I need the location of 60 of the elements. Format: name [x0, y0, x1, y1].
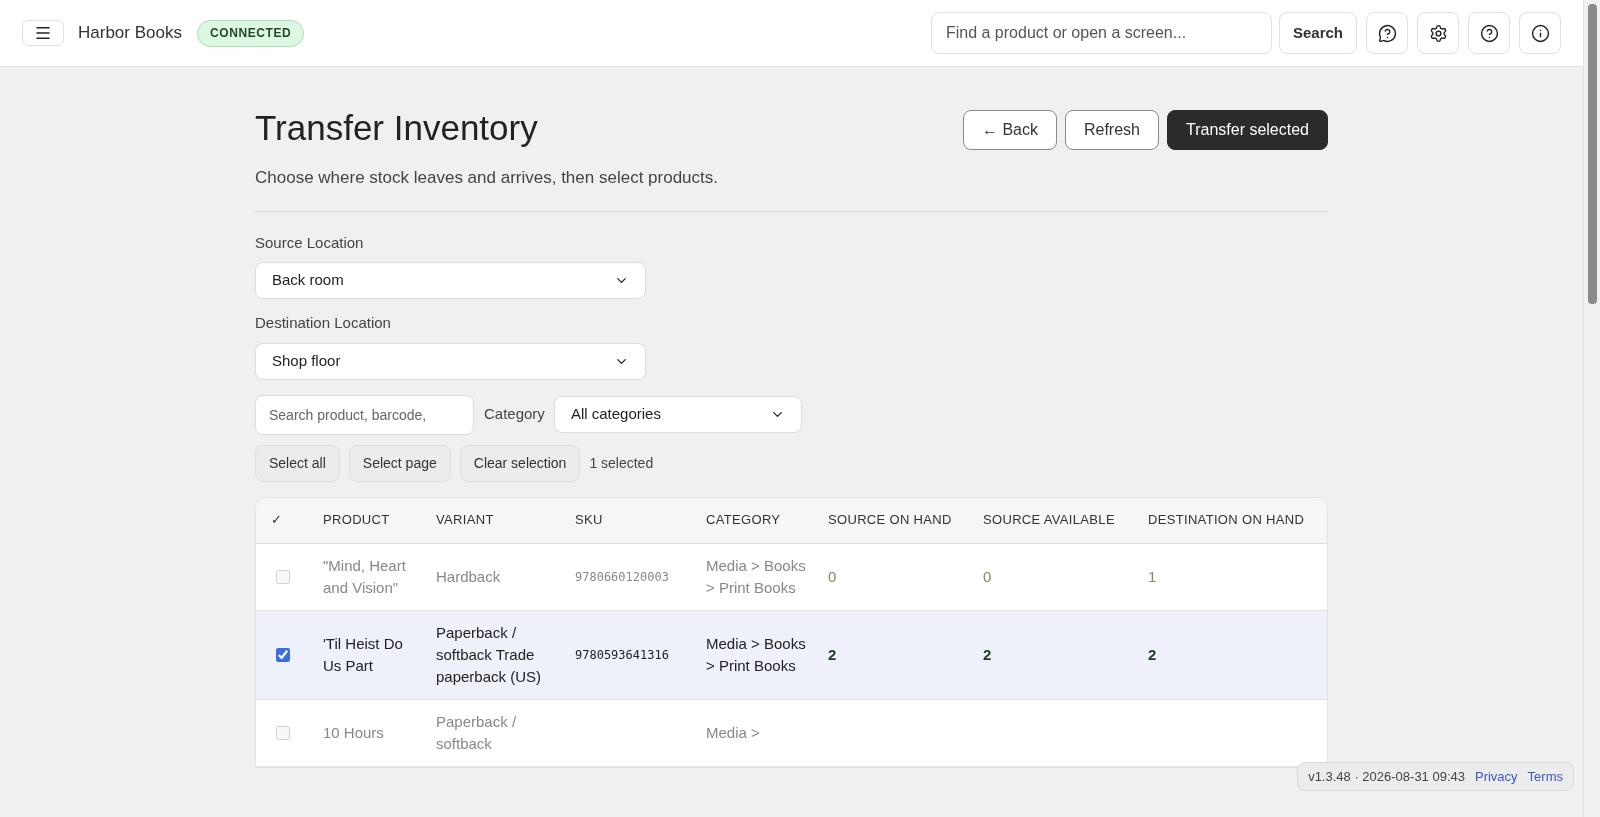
page-title: Transfer Inventory [255, 107, 539, 149]
table-cell: 0 [983, 567, 992, 585]
page-subtitle: Choose where stock leaves and arrives, then select products. [255, 167, 719, 189]
info-button[interactable] [1519, 12, 1561, 54]
table-cell: 0 [828, 567, 837, 585]
action-button[interactable]: Transfer selected [1167, 110, 1328, 150]
row-checkbox[interactable] [276, 647, 290, 662]
table-cell: 2 [1148, 645, 1157, 663]
help-bubble-icon [1377, 23, 1397, 43]
table-cell: 9780593641316 [575, 648, 669, 662]
settings-icon [1428, 23, 1448, 43]
search-button[interactable]: Search [1278, 12, 1357, 54]
selection-button[interactable]: Clear selection [459, 444, 581, 482]
table-cell: Hardback [436, 567, 501, 585]
table-cell: Media > Books > Print Books [706, 634, 806, 674]
settings-button[interactable] [1417, 12, 1459, 54]
table-cell: 'Til Heist Do Us Part [323, 634, 403, 674]
table-cell: 9780660120003 [575, 570, 669, 584]
selected-count: 1 selected [589, 453, 654, 473]
selection-button[interactable]: Select all [255, 444, 340, 482]
table-cell: 2 [828, 645, 837, 663]
column-header: CATEGORY [706, 512, 781, 528]
category-select[interactable]: All categories [553, 396, 802, 433]
column-header: ✓ [271, 512, 283, 528]
column-header: SKU [575, 512, 603, 528]
column-header: SOURCE ON HAND [828, 512, 952, 528]
column-header: VARIANT [436, 512, 494, 528]
table-row[interactable]: 'Til Heist Do Us Part Paperback / softback Trade paperback (US) 9780593641316 Media > Books > Print Books 2 2 2 [256, 610, 1327, 700]
status-badge: CONNECTED [196, 19, 305, 47]
product-search-field[interactable]: Search product, barcode, [255, 394, 474, 435]
column-header: PRODUCT [323, 512, 390, 528]
table-cell: Paperback / softback Trade paperback (US) [436, 623, 542, 685]
menu-icon [34, 24, 52, 42]
table-cell: Media > [706, 723, 760, 741]
table-cell: 2 [983, 645, 992, 663]
table-cell: "Mind, Heart and Vision" [323, 556, 406, 596]
table-cell: 10 Hours [323, 723, 384, 741]
table-cell: 1 [1148, 567, 1157, 585]
help-bubble-button[interactable] [1366, 12, 1408, 54]
action-button[interactable]: Refresh [1064, 110, 1159, 150]
menu-button[interactable] [22, 20, 64, 46]
footer-link[interactable]: Terms [1527, 766, 1563, 787]
destination-location-select[interactable]: Shop floor [255, 342, 646, 380]
column-header: SOURCE AVAILABLE [983, 512, 1115, 528]
field-label: Source Location [255, 232, 365, 253]
footer-link[interactable]: Privacy [1475, 766, 1518, 787]
help-button[interactable] [1468, 12, 1510, 54]
help-icon [1479, 23, 1499, 43]
field-label: Destination Location [255, 313, 392, 333]
action-button[interactable]: ← Back [962, 110, 1057, 150]
table-cell: Paperback / softback [436, 712, 517, 752]
selection-button[interactable]: Select page [348, 444, 451, 482]
version-text: v1.3.48 · 2026-08-31 09:43 [1308, 767, 1465, 786]
source-location-select[interactable]: Back room [255, 262, 646, 299]
column-header: DESTINATION ON HAND [1148, 512, 1305, 528]
info-icon [1530, 23, 1550, 43]
search-field[interactable]: Find a product or open a screen... [930, 12, 1272, 54]
category-label: Category [484, 404, 545, 425]
table-cell: Media > Books > Print Books [706, 556, 806, 596]
app-name: Harbor Books [78, 22, 182, 45]
